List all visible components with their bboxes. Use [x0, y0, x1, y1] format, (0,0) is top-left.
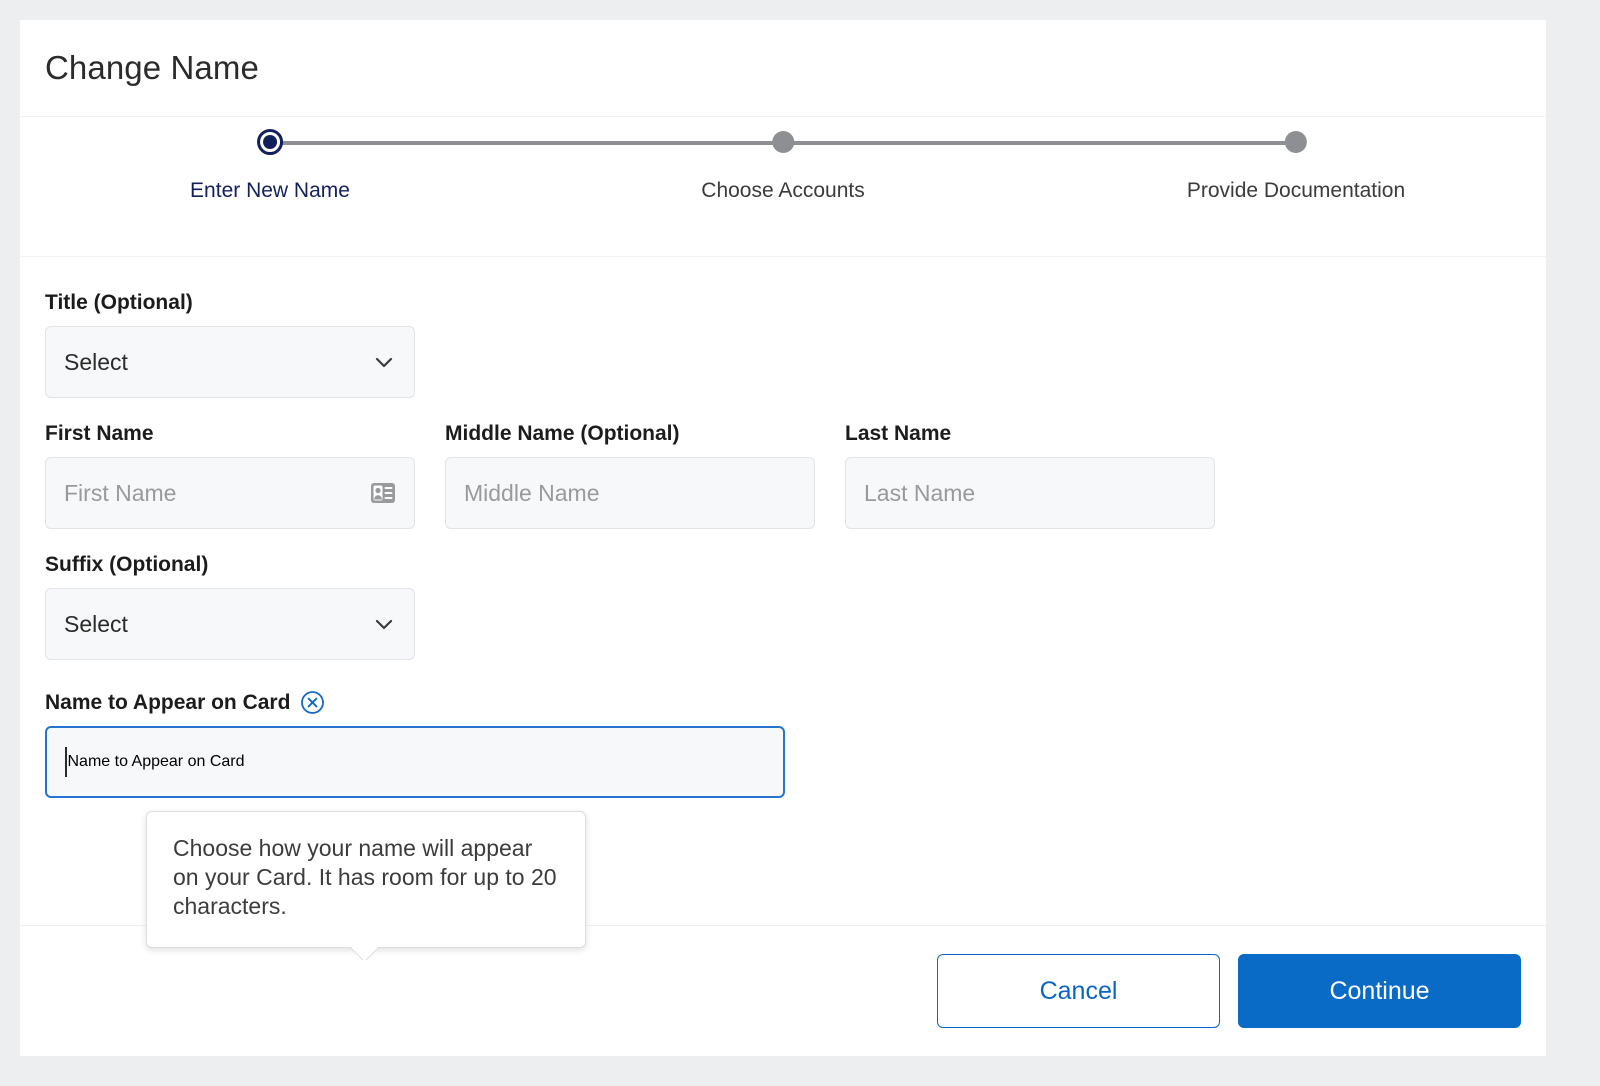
suffix-select-value: Select [64, 611, 128, 638]
dialog-header: Change Name [20, 20, 1546, 117]
card-name-tooltip: Choose how your name will appear on your… [146, 811, 586, 948]
last-name-input[interactable]: Last Name [864, 480, 975, 507]
first-name-group: First Name First Name [45, 422, 415, 529]
stepper-step-choose-accounts[interactable]: Choose Accounts [701, 117, 864, 203]
title-field-label: Title (Optional) [45, 291, 1521, 315]
suffix-field-group: Suffix (Optional) Select [45, 553, 1521, 660]
name-fields-row: First Name First Name [45, 422, 1521, 529]
step-dot-active-icon [257, 117, 283, 167]
contact-card-icon [370, 482, 396, 504]
tooltip-arrow [351, 947, 377, 960]
cancel-button[interactable]: Cancel [937, 954, 1220, 1028]
first-name-input-wrap[interactable]: First Name [45, 457, 415, 529]
stepper-step-label-3: Provide Documentation [1187, 179, 1405, 203]
card-name-label: Name to Appear on Card [45, 691, 290, 715]
middle-name-input-wrap[interactable]: Middle Name [445, 457, 815, 529]
stepper-step-label-1: Enter New Name [190, 179, 350, 203]
card-name-input[interactable]: Name to Appear on Card [68, 753, 245, 771]
stepper-step-enter-new-name[interactable]: Enter New Name [190, 117, 350, 203]
suffix-select[interactable]: Select [45, 588, 415, 660]
chevron-down-icon [372, 350, 396, 374]
title-field-group: Title (Optional) Select [45, 291, 1521, 398]
progress-stepper: Enter New Name Choose Accounts Provide D… [20, 117, 1546, 256]
progress-stepper-region: Enter New Name Choose Accounts Provide D… [20, 117, 1546, 257]
continue-button[interactable]: Continue [1238, 954, 1521, 1028]
stepper-step-label-2: Choose Accounts [701, 179, 864, 203]
close-circle-icon[interactable] [300, 690, 325, 715]
step-dot-inactive-icon [1285, 117, 1307, 167]
title-select-value: Select [64, 349, 128, 376]
title-select[interactable]: Select [45, 326, 415, 398]
tooltip-text: Choose how your name will appear on your… [173, 834, 559, 921]
change-name-form: Title (Optional) Select First Name First… [20, 257, 1546, 925]
chevron-down-icon [372, 612, 396, 636]
change-name-dialog: Change Name Enter New Name Choose Accoun… [20, 20, 1546, 1056]
card-name-label-row: Name to Appear on Card [45, 690, 1521, 715]
middle-name-label: Middle Name (Optional) [445, 422, 815, 446]
page-title: Change Name [45, 49, 259, 87]
card-name-input-wrap[interactable]: Name to Appear on Card [45, 726, 785, 798]
last-name-label: Last Name [845, 422, 1215, 446]
middle-name-input[interactable]: Middle Name [464, 480, 600, 507]
card-name-group: Name to Appear on Card Name to Appear on… [45, 690, 1521, 798]
step-dot-inactive-icon [772, 117, 794, 167]
last-name-group: Last Name Last Name [845, 422, 1215, 529]
stepper-step-provide-documentation[interactable]: Provide Documentation [1187, 117, 1405, 203]
first-name-input[interactable]: First Name [64, 480, 176, 507]
middle-name-group: Middle Name (Optional) Middle Name [445, 422, 815, 529]
last-name-input-wrap[interactable]: Last Name [845, 457, 1215, 529]
suffix-field-label: Suffix (Optional) [45, 553, 1521, 577]
text-caret [65, 747, 67, 777]
first-name-label: First Name [45, 422, 415, 446]
